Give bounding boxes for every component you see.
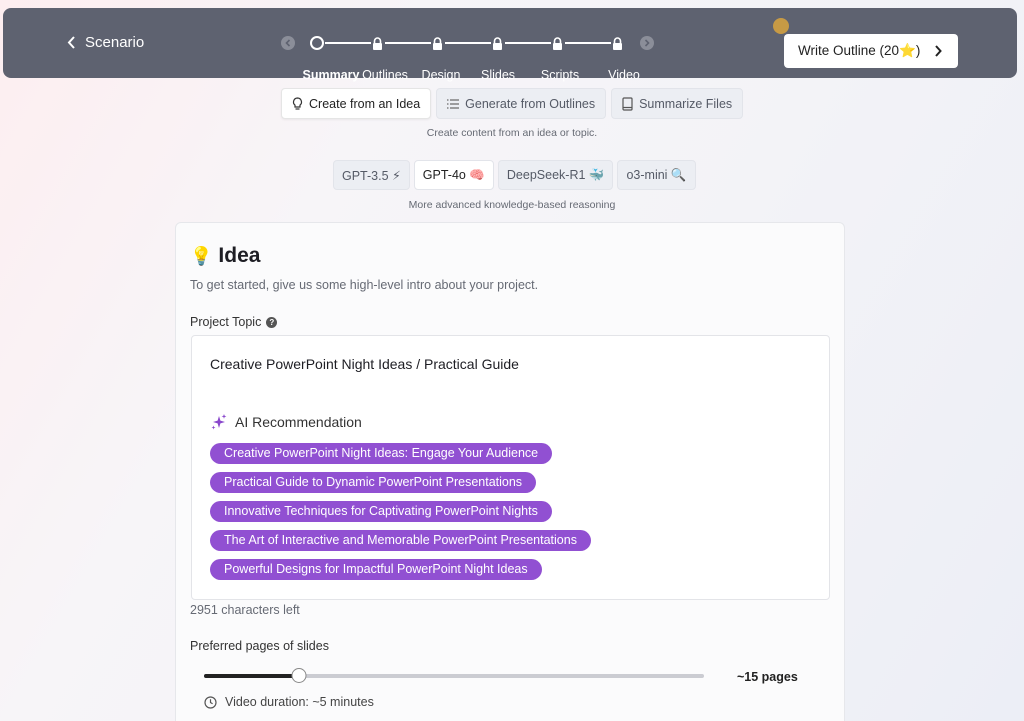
notification-dot: [773, 18, 789, 34]
top-bar: Scenario Summary Outlines Design Slides …: [3, 8, 1017, 82]
mode-generate-from-outlines[interactable]: Generate from Outlines: [436, 88, 607, 119]
model-gpt-4o[interactable]: GPT-4o 🧠: [413, 160, 494, 190]
step-connector: [325, 42, 371, 44]
step-connector: [565, 42, 611, 44]
chevron-left-icon: [67, 36, 75, 49]
model-o3-mini[interactable]: o3-mini 🔍: [617, 160, 696, 190]
back-button[interactable]: Scenario: [67, 34, 144, 51]
idea-title: Idea: [218, 244, 261, 267]
chevron-right-icon: [935, 45, 942, 57]
preferred-pages-label: Preferred pages of slides: [190, 639, 329, 653]
mode-selector: Create from an Idea Generate from Outlin…: [281, 88, 744, 119]
next-step-button[interactable]: [640, 36, 654, 50]
lightbulb-icon: 💡: [190, 245, 213, 266]
ai-recommendation-label: AI Recommendation: [235, 414, 362, 430]
idea-intro: To get started, give us some high-level …: [190, 278, 539, 292]
project-topic-value[interactable]: Creative PowerPoint Night Ideas / Practi…: [210, 356, 519, 372]
mode-label: Generate from Outlines: [465, 96, 596, 111]
mode-create-from-idea[interactable]: Create from an Idea: [281, 88, 432, 119]
step-label-slides: Slides: [480, 68, 516, 82]
step-outlines-node: [369, 34, 385, 52]
recommendation-chip[interactable]: The Art of Interactive and Memorable Pow…: [210, 530, 591, 551]
lock-icon: [612, 36, 622, 50]
recommendation-chip[interactable]: Powerful Designs for Impactful PowerPoin…: [210, 559, 542, 580]
model-selector: GPT-3.5 ⚡ GPT-4o 🧠 DeepSeek-R1 🐳 o3-mini…: [333, 160, 696, 190]
model-deepseek-r1[interactable]: DeepSeek-R1 🐳: [497, 160, 614, 190]
recommendation-chip[interactable]: Creative PowerPoint Night Ideas: Engage …: [210, 443, 553, 464]
lightbulb-icon: [292, 96, 303, 110]
video-duration-text: Video duration: ~5 minutes: [225, 695, 374, 709]
clock-icon: [204, 695, 217, 709]
characters-left: 2951 characters left: [190, 603, 300, 617]
project-topic-label: Project Topic ?: [190, 315, 278, 329]
step-label-outlines: Outlines: [362, 68, 408, 82]
mode-caption: Create content from an idea or topic.: [426, 127, 598, 139]
progress-stepper: Summary Outlines Design Slides Scripts V…: [281, 34, 661, 82]
write-outline-button[interactable]: Write Outline (20⭐): [784, 34, 958, 68]
pages-slider[interactable]: [204, 668, 704, 683]
step-video-node: [609, 34, 625, 52]
step-connector: [505, 42, 551, 44]
project-topic-input[interactable]: Creative PowerPoint Night Ideas / Practi…: [191, 335, 830, 600]
step-slides-node: [489, 34, 505, 52]
step-design-node: [429, 34, 445, 52]
book-icon: [622, 96, 633, 111]
step-label-design: Design: [421, 68, 461, 82]
lock-icon: [552, 36, 562, 50]
pages-value: ~15 pages: [737, 670, 798, 684]
mode-label: Summarize Files: [639, 96, 733, 111]
video-duration: Video duration: ~5 minutes: [204, 695, 374, 709]
idea-heading: 💡 Idea: [190, 244, 260, 268]
project-topic-label-text: Project Topic: [190, 315, 262, 329]
step-label-summary[interactable]: Summary: [303, 68, 360, 82]
recommendation-chip[interactable]: Innovative Techniques for Captivating Po…: [210, 501, 552, 522]
mode-summarize-files[interactable]: Summarize Files: [611, 88, 744, 119]
lock-icon: [372, 36, 382, 50]
recommendation-chip[interactable]: Practical Guide to Dynamic PowerPoint Pr…: [210, 472, 537, 493]
list-icon: [447, 98, 460, 109]
step-label-scripts: Scripts: [540, 68, 580, 82]
lock-icon: [432, 36, 442, 50]
lock-icon: [492, 36, 502, 50]
sparkles-icon: [211, 414, 227, 430]
mode-label: Create from an Idea: [309, 96, 421, 111]
idea-card: 💡 Idea To get started, give us some high…: [175, 222, 845, 721]
ai-recommendation-heading: AI Recommendation: [210, 413, 362, 431]
current-step-circle: [310, 36, 324, 50]
model-caption: More advanced knowledge-based reasoning: [408, 199, 616, 211]
prev-step-button[interactable]: [281, 36, 295, 50]
model-gpt-3-5[interactable]: GPT-3.5 ⚡: [333, 160, 410, 190]
write-outline-label: Write Outline (20⭐): [798, 43, 921, 58]
recommendation-list: Creative PowerPoint Night Ideas: Engage …: [210, 443, 591, 580]
slider-fill: [204, 674, 299, 678]
step-scripts-node: [549, 34, 565, 52]
chevron-left-icon: [285, 39, 291, 47]
back-label: Scenario: [85, 34, 145, 51]
chevron-right-icon: [644, 39, 650, 47]
step-connector: [385, 42, 431, 44]
slider-thumb[interactable]: [291, 668, 307, 683]
step-connector: [445, 42, 491, 44]
step-label-video: Video: [608, 68, 640, 82]
help-icon[interactable]: ?: [266, 316, 278, 328]
step-summary-node[interactable]: [309, 34, 325, 52]
